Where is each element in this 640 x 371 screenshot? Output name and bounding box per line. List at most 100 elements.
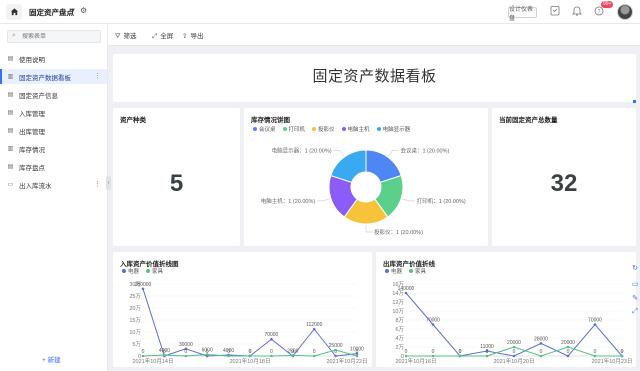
- sidebar-item-dashboard[interactable]: ▥ 固定资产数据看板 ⋮: [0, 69, 107, 84]
- chevron-down-icon[interactable]: ▼: [70, 8, 76, 14]
- data-label: 0: [567, 349, 570, 355]
- pie-label-line: [333, 150, 344, 157]
- search-input[interactable]: [22, 33, 98, 41]
- fullscreen-icon: ⤢: [152, 33, 158, 40]
- sidebar-item-outbound[interactable]: ▤ 出库管理: [0, 123, 107, 138]
- app-title[interactable]: 固定资产盘点: [29, 7, 74, 18]
- export-button[interactable]: ⇪ 导出: [182, 30, 203, 40]
- avatar[interactable]: [617, 4, 633, 20]
- data-point: [163, 353, 166, 357]
- data-label: 0: [486, 349, 489, 355]
- filter-label: 筛选: [123, 33, 137, 40]
- data-point: [566, 354, 570, 358]
- data-label: 70000: [264, 332, 278, 338]
- svg-text:?: ?: [598, 9, 601, 15]
- new-button[interactable]: + 新建: [42, 354, 61, 364]
- sidebar-item-label: 库存情况: [19, 146, 45, 154]
- export-icon: ⇪: [182, 33, 188, 40]
- y-tick-label: 8万: [395, 317, 404, 324]
- doc-icon: ▤: [7, 56, 14, 62]
- y-tick-label: 20万: [129, 305, 141, 312]
- data-point: [593, 323, 597, 326]
- data-label: 0: [184, 349, 187, 355]
- data-label: 280000: [135, 282, 152, 288]
- data-point: [485, 354, 489, 358]
- inbound-line-card: 入库资产价值折线图 电器 家具 0 5万 10万 15万 20万 25万 30万 2021年1…: [113, 252, 372, 367]
- gear-icon[interactable]: ⚙: [80, 6, 87, 15]
- task-icon[interactable]: [549, 5, 561, 18]
- total-assets-card: 当前固定资产总数量 32: [492, 108, 636, 246]
- fullscreen-button[interactable]: ⤢ 全屏: [152, 30, 173, 41]
- bell-icon[interactable]: [571, 5, 583, 18]
- edit-icon[interactable]: ✎: [630, 294, 640, 304]
- data-point: [566, 345, 570, 349]
- search-box[interactable]: ⌕: [7, 30, 101, 43]
- sidebar-collapse-handle[interactable]: ‹: [106, 176, 111, 190]
- top-bar: 固定资产盘点 ▼ ⚙ 设计仪表盘 ? 99+: [0, 0, 640, 24]
- data-label: 0: [513, 349, 516, 355]
- sidebar-item-label: 固定资产数据看板: [19, 74, 71, 82]
- notification-badge: 99+: [601, 1, 614, 8]
- data-label: 28000: [534, 336, 548, 342]
- y-tick-label: 4万: [395, 335, 404, 342]
- pie-label-line: [365, 225, 372, 233]
- sidebar-item-stocktake[interactable]: ▤ 库存盘点: [0, 159, 107, 174]
- expand-icon[interactable]: ⤢: [630, 308, 640, 318]
- fullscreen-label: 全屏: [160, 33, 174, 40]
- dashboard-icon: ▥: [7, 74, 14, 80]
- asset-types-card: 资产种类 5: [113, 108, 240, 246]
- home-button[interactable]: [6, 4, 22, 20]
- data-label: 20000: [561, 340, 575, 346]
- form-icon: ▤: [7, 164, 14, 170]
- sidebar-item-label: 出库管理: [19, 128, 45, 136]
- refresh-icon[interactable]: ↻: [630, 264, 640, 274]
- pie-slice-label: 会议桌：1 (20.00%): [400, 147, 449, 155]
- data-point: [334, 354, 337, 358]
- data-point: [291, 354, 295, 357]
- more-icon[interactable]: ⋮: [94, 72, 101, 80]
- x-tick-label: 2021年10月16日: [396, 357, 437, 365]
- data-label: 0: [405, 349, 408, 355]
- outbound-line-chart: 02万4万6万8万10万12万14万16万2021年10月16日 2021年10月…: [392, 281, 633, 365]
- pie-label-line: [317, 198, 330, 202]
- data-point: [355, 354, 359, 358]
- form-icon: ▤: [7, 110, 14, 116]
- data-point: [458, 354, 462, 358]
- pie-slice-label: 投影仪：1 (20.00%): [374, 228, 423, 236]
- resize-handle[interactable]: [633, 100, 636, 103]
- form-icon: ▤: [7, 128, 14, 134]
- data-label: 0: [594, 349, 597, 355]
- comment-icon[interactable]: ▭: [630, 280, 640, 290]
- design-dashboard-button[interactable]: 设计仪表盘: [508, 7, 537, 22]
- data-point: [593, 354, 597, 358]
- outbound-line-card: 出库资产价值折线 电器 家具 0 2万 4万 6万 8万 10万 12万 14万 16万 2021…: [376, 252, 636, 367]
- pie-chart: 会议桌：1 (20.00%) 打印机：1 (20.00%) 投影仪：1 (20.00…: [261, 147, 466, 236]
- data-point: [270, 337, 273, 341]
- data-point: [312, 327, 316, 331]
- filter-icon: ⛛: [115, 33, 121, 40]
- stock-pie-card: 库存情况饼图 会议桌 打印机 投影仪 电脑主机 电脑显示器 会议桌：1 (20.…: [244, 108, 488, 246]
- pie-slice-label: 电脑主机：1 (20.00%): [261, 197, 316, 205]
- data-point: [184, 354, 188, 358]
- y-tick-label: 10万: [129, 329, 141, 336]
- more-icon[interactable]: ⋮: [94, 180, 101, 188]
- data-point: [205, 353, 209, 356]
- inbound-line-chart: 05万10万15万20万25万30万2021年10月14日 2021年10月18日…: [129, 281, 368, 365]
- sidebar-item-stock[interactable]: ▥ 库存情况: [0, 141, 107, 156]
- sidebar-item-guide[interactable]: ▤ 使用说明: [0, 51, 107, 66]
- x-tick-label: 2021年10月22日: [327, 357, 368, 365]
- sidebar-item-label: 出入库流水: [19, 182, 52, 190]
- sidebar-item-flow[interactable]: ▭ 出入库流水 ⋮: [0, 177, 107, 192]
- data-label: 0: [432, 349, 435, 355]
- sidebar-item-label: 使用说明: [19, 56, 45, 64]
- data-label: 0: [313, 349, 316, 355]
- sidebar-item-inbound[interactable]: ▤ 入库管理: [0, 105, 107, 120]
- filter-button[interactable]: ⛛ 筛选: [115, 30, 136, 41]
- data-label: 140000: [398, 286, 415, 292]
- y-tick-label: 15万: [129, 317, 141, 324]
- card-title: 资产种类: [120, 117, 146, 124]
- x-tick-label: 2021年10月23日: [592, 357, 633, 365]
- data-point: [620, 354, 624, 358]
- x-tick-label: 2021年10月14日: [133, 357, 174, 365]
- sidebar-item-asset-info[interactable]: ▤ 固定资产信息: [0, 87, 107, 102]
